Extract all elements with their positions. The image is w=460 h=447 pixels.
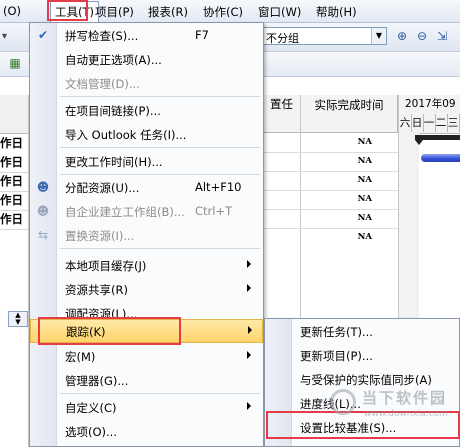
menu-separator: [60, 147, 260, 148]
menu-item-import-outlook[interactable]: 导入 Outlook 任务(I)...: [30, 122, 263, 146]
table-row[interactable]: 作日: [0, 153, 28, 173]
menu-item-label: 拼写检查(S)...: [65, 29, 139, 43]
task-grid-left: 作日 作日 作日 作日 作日: [0, 95, 29, 447]
menu-item-customize[interactable]: 自定义(C): [30, 395, 263, 419]
menu-item-assign-resources[interactable]: ☻ 分配资源(U)... Alt+F10: [30, 175, 263, 199]
menu-separator: [60, 96, 260, 97]
spellcheck-icon: ✔: [37, 28, 49, 42]
resource-toolbar-icon[interactable]: ▦: [6, 55, 24, 73]
zoom-in-icon[interactable]: ⊕: [393, 28, 411, 46]
menu-item-update-tasks[interactable]: 更新任务(T)...: [265, 319, 459, 343]
group-by-select[interactable]: 不分组 ▼: [262, 27, 387, 45]
menu-item-label: 在项目间链接(P)...: [65, 104, 161, 118]
menu-item-label: 导入 Outlook 任务(I)...: [65, 128, 187, 142]
menu-item-label: 自动更正选项(A)...: [65, 53, 162, 67]
tracking-highlight-frame: [38, 317, 181, 345]
menu-item-resource-sharing[interactable]: 资源共享(R): [30, 277, 263, 301]
row-divider: [263, 152, 398, 153]
menu-collaborate[interactable]: 协作(C): [200, 3, 246, 21]
menu-item-label: 更新项目(P)...: [300, 349, 373, 363]
set-baseline-highlight-frame: [266, 411, 460, 439]
column-header-actual-finish[interactable]: 实际完成时间: [301, 95, 398, 133]
menu-item-label: 与受保护的实际值同步(A): [300, 373, 432, 387]
menu-item-label: 管理器(G)...: [65, 374, 129, 388]
gantt-task-bar[interactable]: [421, 154, 460, 162]
menu-item-shortcut: F7: [195, 28, 209, 42]
menu-separator: [60, 248, 260, 249]
menu-window[interactable]: 窗口(W): [255, 3, 304, 21]
menu-item-build-team: ☻ 自企业建立工作组(B)... Ctrl+T: [30, 199, 263, 223]
table-row[interactable]: 作日: [0, 210, 28, 230]
group-by-value: 不分组: [266, 32, 299, 45]
menu-item-label: 选项(O)...: [65, 425, 117, 439]
row-divider: [263, 190, 398, 191]
row-divider: [263, 171, 398, 172]
scroll-to-task-icon[interactable]: ⇲: [433, 28, 451, 46]
column-header-resource-label: 置任: [270, 97, 293, 111]
menu-item-label: 更新任务(T)...: [300, 325, 373, 339]
menu-item-local-project-cache[interactable]: 本地项目缓存(J): [30, 253, 263, 277]
menu-item-macro[interactable]: 宏(M): [30, 344, 263, 368]
menu-item-sync-protected-actuals[interactable]: 与受保护的实际值同步(A): [265, 367, 459, 391]
menu-item-label: 资源共享(R): [65, 283, 128, 297]
menu-item-document-management: 文档管理(D)...: [30, 71, 263, 95]
tools-dropdown-menu: ✔ 拼写检查(S)... F7 自动更正选项(A)... 文档管理(D)... …: [29, 22, 264, 447]
assign-resources-icon: ☻: [36, 180, 50, 194]
menu-item-label: 分配资源(U)...: [65, 181, 140, 195]
menu-item-label: 置换资源(I)...: [65, 229, 135, 243]
gantt-timescale-minor: 六 日 一 二 三: [399, 114, 460, 134]
build-team-icon: ☻: [36, 204, 50, 218]
menu-item-shortcut: Alt+F10: [195, 180, 242, 194]
submenu-arrow-icon: [247, 402, 251, 410]
menu-help[interactable]: 帮助(H): [313, 3, 360, 21]
actual-finish-cell[interactable]: NA: [310, 137, 372, 147]
menu-item-label: 宏(M): [65, 350, 96, 364]
menu-item-label: 自定义(C): [65, 401, 117, 415]
zoom-out-icon[interactable]: ⊖: [413, 28, 431, 46]
menu-item-label: 自企业建立工作组(B)...: [65, 205, 185, 219]
menu-item-label: 更改工作时间(H)...: [65, 155, 163, 169]
menu-item-label: 文档管理(D)...: [65, 77, 140, 91]
gantt-day-label: 三: [447, 114, 460, 132]
menu-separator: [60, 393, 260, 394]
menu-project[interactable]: 项目(P): [92, 3, 137, 21]
tools-menu-highlight-frame: [47, 0, 88, 21]
actual-finish-cell[interactable]: NA: [310, 156, 372, 166]
row-divider: [263, 209, 398, 210]
gantt-timescale-major: 2017年09月: [399, 95, 460, 129]
submenu-arrow-icon: [248, 326, 252, 334]
column-header-actual-finish-label: 实际完成时间: [314, 98, 384, 112]
actual-finish-cell[interactable]: NA: [310, 213, 372, 223]
actual-finish-cell[interactable]: NA: [310, 194, 372, 204]
submenu-arrow-icon: [247, 260, 251, 268]
table-row[interactable]: 作日: [0, 191, 28, 211]
column-header-resource[interactable]: 置任: [263, 95, 301, 133]
submenu-arrow-icon: [247, 284, 251, 292]
left-grid-header: [0, 95, 28, 134]
menu-item-organizer[interactable]: 管理器(G)...: [30, 368, 263, 392]
actual-finish-cell[interactable]: NA: [310, 232, 372, 242]
row-divider: [263, 228, 398, 229]
menu-item-autocorrect[interactable]: 自动更正选项(A)...: [30, 47, 263, 71]
chevron-down-icon[interactable]: ▼: [371, 28, 386, 44]
submenu-arrow-icon: [247, 351, 251, 359]
menu-report[interactable]: 报表(R): [145, 3, 191, 21]
left-column-header: 作日: [0, 136, 23, 150]
menu-item-change-working-time[interactable]: 更改工作时间(H)...: [30, 149, 263, 173]
table-row[interactable]: 作日: [0, 172, 28, 192]
actual-finish-cell[interactable]: NA: [310, 175, 372, 185]
gantt-summary-bar[interactable]: [415, 135, 460, 145]
toolbar-overflow-icon[interactable]: ▾: [2, 31, 7, 42]
menu-item-options[interactable]: 选项(O)...: [30, 419, 263, 443]
menu-item-spellcheck[interactable]: ✔ 拼写检查(S)... F7: [30, 23, 263, 47]
menu-item-substitute-resources: ⇆ 置换资源(I)...: [30, 223, 263, 247]
substitute-resources-icon: ⇆: [37, 228, 49, 242]
menu-item-shortcut: Ctrl+T: [195, 204, 233, 218]
menu-format[interactable]: (O): [0, 3, 24, 19]
menu-item-update-project[interactable]: 更新项目(P)...: [265, 343, 459, 367]
row-spinner[interactable]: ▲ ▼: [8, 311, 28, 327]
menu-item-link-projects[interactable]: 在项目间链接(P)...: [30, 98, 263, 122]
menu-item-label: 进度线(L)...: [300, 397, 361, 411]
menu-item-label: 本地项目缓存(J): [65, 259, 147, 273]
